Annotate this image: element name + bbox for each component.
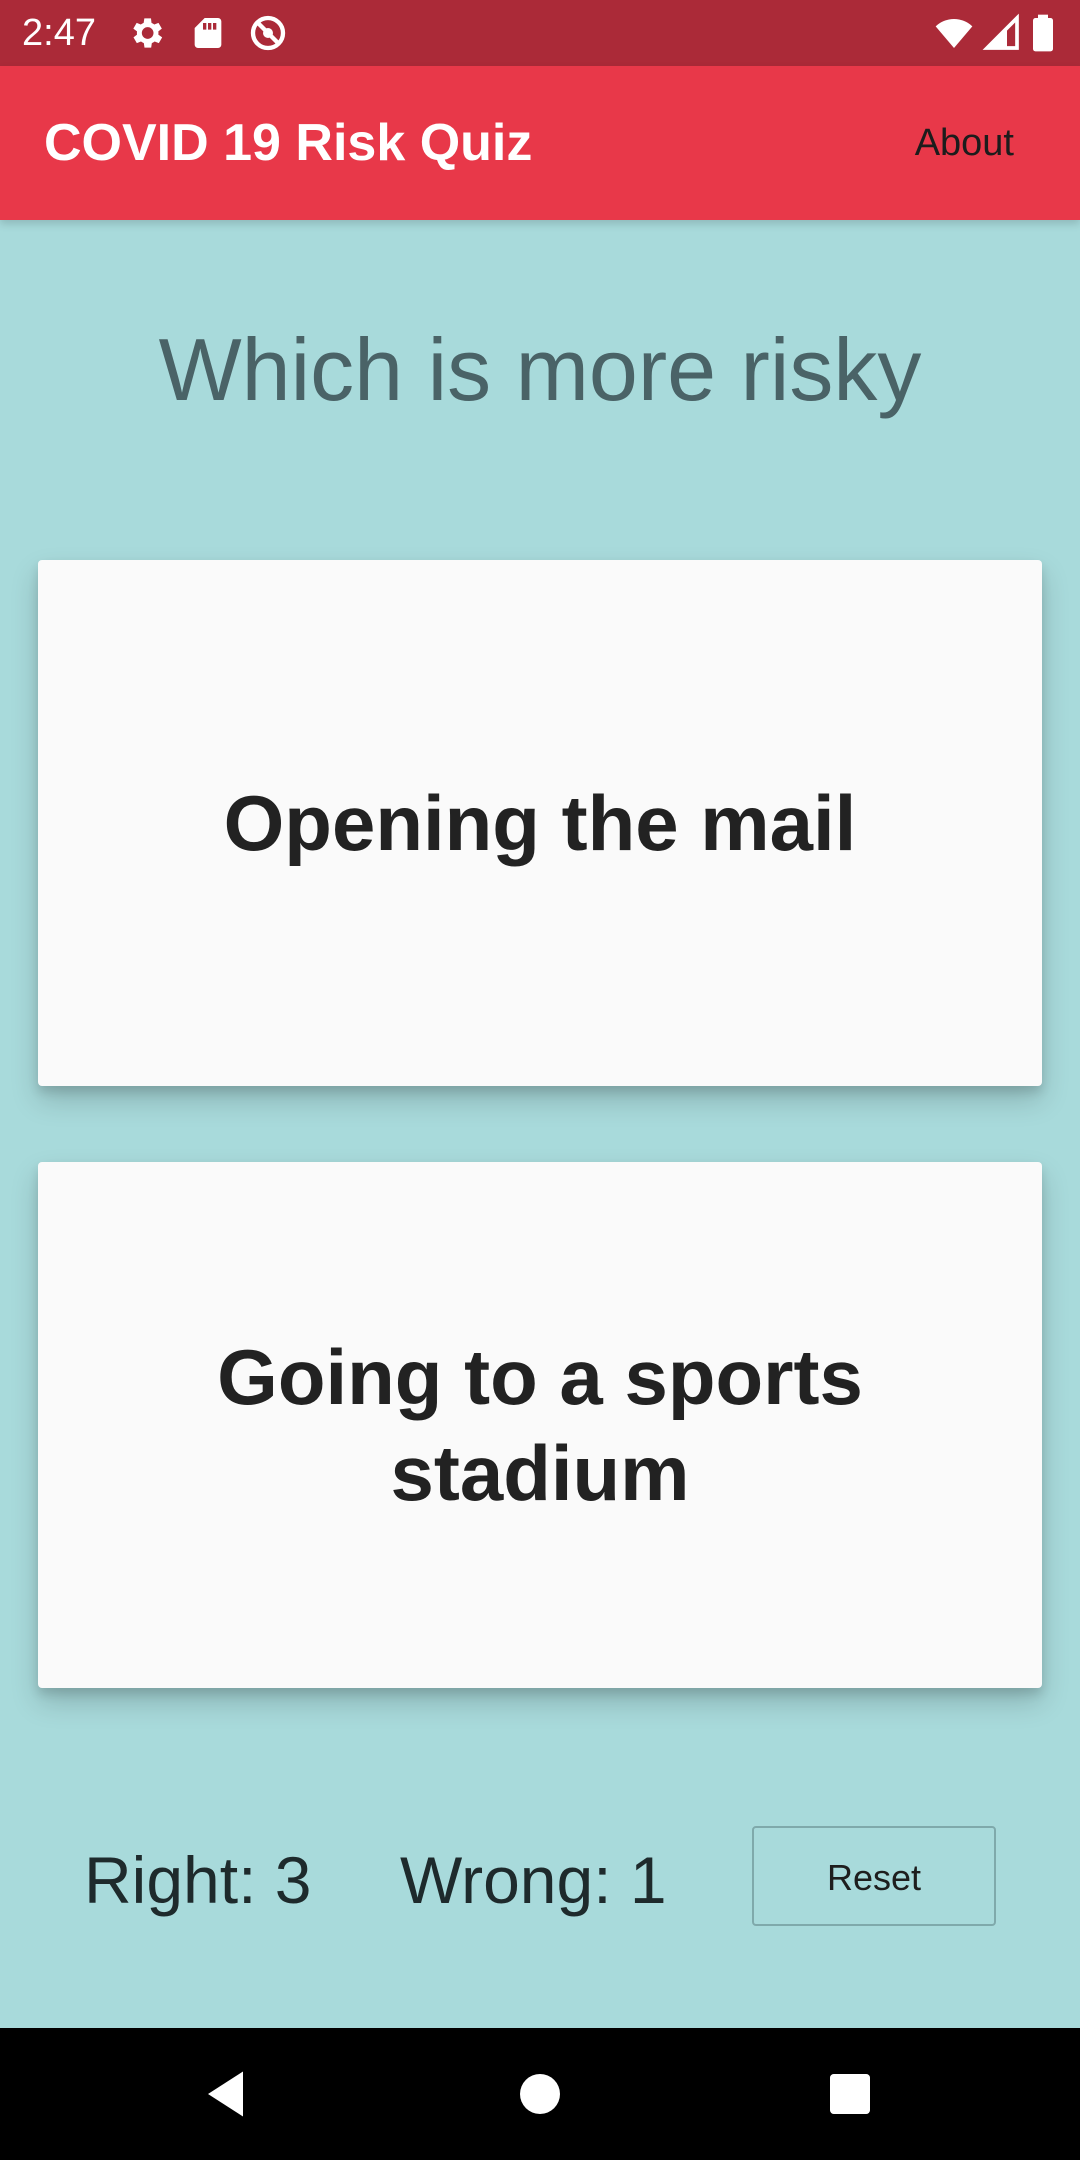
about-button[interactable]: About <box>915 66 1014 220</box>
do-not-disturb-icon <box>248 13 288 53</box>
wrong-count: Wrong: 1 <box>400 1843 667 1917</box>
gear-icon <box>126 13 166 53</box>
signal-icon <box>982 13 1022 53</box>
option-card-1[interactable]: Opening the mail <box>38 560 1042 1086</box>
status-bar: 2:47 <box>0 0 1080 66</box>
question-prompt: Which is more risky <box>158 320 922 419</box>
home-icon[interactable] <box>510 2064 570 2124</box>
option-label-2: Going to a sports stadium <box>217 1333 863 1517</box>
right-count: Right: 3 <box>84 1843 312 1917</box>
sd-card-icon <box>188 13 228 53</box>
app-bar: COVID 19 Risk Quiz About <box>0 66 1080 220</box>
back-icon[interactable] <box>198 2064 258 2124</box>
battery-icon <box>1028 13 1058 53</box>
reset-button[interactable]: Reset <box>752 1826 996 1926</box>
option-label-1: Opening the mail <box>223 779 857 867</box>
wifi-icon <box>934 13 974 53</box>
option-card-2[interactable]: Going to a sports stadium <box>38 1162 1042 1688</box>
navigation-bar <box>0 2028 1080 2160</box>
status-time: 2:47 <box>22 12 96 54</box>
recents-icon[interactable] <box>820 2064 880 2124</box>
app-title: COVID 19 Risk Quiz <box>44 114 533 172</box>
